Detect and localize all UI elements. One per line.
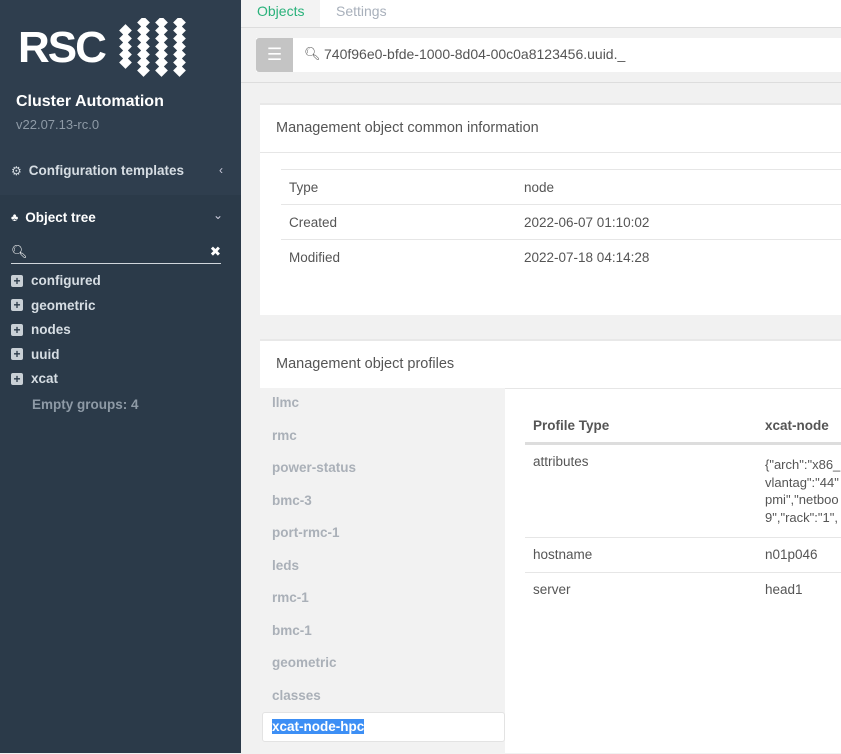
logo-diamond [173,64,186,77]
profile-label: xcat-node-hpc [272,719,365,734]
info-row: Modified 2022-07-18 04:14:28 [281,239,841,274]
info-key: Created [289,215,338,230]
tree-item[interactable]: + uuid [11,347,60,362]
tab-settings[interactable]: Settings [320,0,403,27]
nav-configuration-templates[interactable]: ⚙ Configuration templates [11,163,184,178]
sidebar: RSC Cluster Automation v22.07.13-rc.0 ⚙ … [0,0,241,753]
expand-icon[interactable]: + [11,323,23,336]
tree-item[interactable]: + configured [11,273,101,288]
tree-search-input[interactable]: 🔍︎ ✖ [11,243,221,264]
divider [260,152,841,153]
sidebar-header: RSC Cluster Automation v22.07.13-rc.0 ⚙ … [0,0,241,195]
profile-item[interactable]: rmc [272,428,297,443]
search-input[interactable]: 740f96e0-bfde-1000-8d04-00c0a8123456.uui… [324,46,625,62]
logo: RSC [18,18,209,78]
card-title: Management object profiles [276,356,455,372]
chevron-left-icon[interactable]: ‹ [219,163,223,177]
profile-item-selected[interactable]: xcat-node-hpc [262,712,505,742]
row-key: attributes [533,454,589,469]
info-key: Type [289,180,319,195]
search-icon: 🔍︎ [304,46,321,61]
row-value: head1 [765,582,803,597]
row-value: n01p046 [765,547,818,562]
nav-label: Object tree [25,210,96,225]
tree-item[interactable]: + xcat [11,371,58,386]
attr-line: pmi","netboo [765,492,839,507]
card-title: Management object common information [276,120,539,136]
profile-item[interactable]: bmc-1 [272,623,312,638]
divider [241,82,841,83]
info-value: 2022-07-18 04:14:28 [524,250,650,265]
app-title: Cluster Automation [16,93,164,110]
object-search: ☰ 🔍︎ 740f96e0-bfde-1000-8d04-00c0a812345… [256,38,841,72]
attr-line: 9","rack":"1", [765,509,838,525]
column-header: xcat-node [765,418,829,433]
logo-diamonds-icon [119,18,186,77]
row-key: server [533,582,571,597]
tab-bar: Objects Settings [241,0,841,28]
expand-icon[interactable]: + [11,348,23,360]
profile-item[interactable]: bmc-3 [272,493,312,508]
logo-diamond [137,64,150,77]
tree-item-label: nodes [31,322,71,337]
info-row: Type node [281,169,841,204]
profile-item[interactable]: port-rmc-1 [272,525,340,540]
search-icon: 🔍︎ [11,244,28,259]
cogs-icon: ⚙ [11,163,22,178]
common-info-card: Management object common information Typ… [260,103,841,315]
profile-item[interactable]: classes [272,688,321,703]
profile-item[interactable]: power-status [272,460,356,475]
expand-icon[interactable]: + [11,299,23,311]
row-key: hostname [533,547,593,562]
nav-label: Configuration templates [28,163,185,178]
app-version: v22.07.13-rc.0 [16,117,100,132]
chevron-down-icon[interactable]: ⌄ [213,208,223,222]
profile-item[interactable]: leds [272,558,299,573]
profile-item[interactable]: llmc [272,395,299,410]
profile-item[interactable]: rmc-1 [272,590,309,605]
info-key: Modified [289,250,341,265]
nav-object-tree[interactable]: ♣ Object tree [11,210,96,225]
tree-item-label: configured [31,273,101,288]
profiles-card: Management object profiles llmc rmc power-… [260,339,841,754]
tree-item-label: xcat [31,371,59,386]
profile-item[interactable]: geometric [272,655,337,670]
column-header: Profile Type [533,418,610,433]
logo-diamond [119,56,132,69]
attr-line: {"arch":"x86_ [765,457,841,472]
info-value: node [524,180,555,195]
info-value: 2022-06-07 01:10:02 [524,215,650,230]
logo-diamond [155,64,168,77]
sitemap-icon: ♣ [11,211,19,224]
expand-icon[interactable]: + [11,274,23,287]
tab-objects[interactable]: Objects [241,0,321,27]
tree-item-label: uuid [31,346,60,362]
menu-button[interactable]: ☰ [256,38,293,72]
expand-icon[interactable]: + [11,372,23,385]
empty-groups: Empty groups: 4 [32,397,139,412]
tree-item[interactable]: + nodes [11,322,71,337]
attr-line: vlantag":"44" [765,474,839,490]
attributes-value: {"arch":"x86_ vlantag":"44" pmi","netboo… [765,456,840,526]
tree-item-label: geometric [31,297,96,313]
logo-text: RSC [18,23,107,72]
info-row: Created 2022-06-07 01:10:02 [281,204,841,239]
tree-item[interactable]: + geometric [11,298,96,313]
clear-icon[interactable]: ✖ [210,244,221,260]
profile-list: llmc rmc power-status bmc-3 port-rmc-1 leds rm… [260,388,505,754]
